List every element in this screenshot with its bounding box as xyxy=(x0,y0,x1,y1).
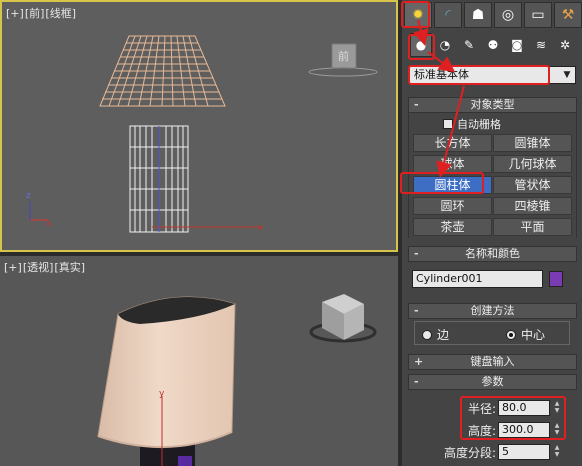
expand-icon: + xyxy=(414,355,424,368)
radio-label: 边 xyxy=(437,328,450,342)
world-axis-label-z: z xyxy=(26,191,31,201)
collapse-icon: - xyxy=(414,304,419,317)
cameras-icon: ⚉ xyxy=(487,38,499,52)
rollout-name-color[interactable]: - 名称和颜色 xyxy=(408,246,577,262)
shapes-tab[interactable]: ◔ xyxy=(434,33,456,57)
torus-button[interactable]: 圆环 xyxy=(413,197,492,215)
geosphere-button[interactable]: 几何球体 xyxy=(493,155,572,173)
annotation-highlight-parameters xyxy=(460,396,566,440)
lights-icon: ✎ xyxy=(463,38,475,52)
cameras-tab[interactable]: ⚉ xyxy=(482,33,504,57)
modify-tab[interactable]: ◜ xyxy=(434,2,462,28)
annotation-highlight-cylinder xyxy=(400,172,484,194)
modify-icon: ◜ xyxy=(445,7,451,23)
checkbox-box xyxy=(443,119,453,129)
helpers-tab[interactable]: ◙ xyxy=(506,33,528,57)
cone-button[interactable]: 圆锥体 xyxy=(493,134,572,152)
cylinder-highlight xyxy=(178,456,192,466)
lights-tab[interactable]: ✎ xyxy=(458,33,480,57)
radio-dot xyxy=(506,329,516,340)
pyramid-button[interactable]: 四棱锥 xyxy=(493,197,572,215)
axis-label-x: x xyxy=(258,223,264,233)
rollout-creation-method[interactable]: - 创建方法 xyxy=(408,303,577,319)
helpers-icon: ◙ xyxy=(511,38,523,52)
front-viewport[interactable]: [+][前][线框] x z x 前 xyxy=(0,0,398,252)
rollout-keyboard-entry[interactable]: + 键盘输入 xyxy=(408,354,577,370)
axis-label-y: y xyxy=(159,389,165,399)
box-button[interactable]: 长方体 xyxy=(413,134,492,152)
lampshade-shaded[interactable] xyxy=(97,296,236,448)
svg-text:前: 前 xyxy=(338,49,349,63)
tube-button[interactable]: 管状体 xyxy=(493,176,572,194)
rollout-title: 对象类型 xyxy=(470,98,515,111)
motion-icon: ◎ xyxy=(501,7,515,23)
perspective-scene: y xyxy=(97,294,377,466)
motion-tab[interactable]: ◎ xyxy=(494,2,522,28)
object-color-swatch[interactable] xyxy=(549,271,563,287)
spinner-arrows-icon[interactable]: ▲ ▼ xyxy=(552,444,562,460)
systems-icon: ✲ xyxy=(559,38,571,52)
rollout-object-type[interactable]: - 对象类型 xyxy=(408,97,577,113)
height-segments-spinner[interactable]: 5 ▲ ▼ xyxy=(498,444,564,460)
annotation-highlight-create-tab xyxy=(401,1,430,28)
radio-label: 中心 xyxy=(521,328,546,342)
shapes-icon: ◔ xyxy=(439,38,451,52)
lampshade-wireframe[interactable] xyxy=(99,35,226,107)
height-segments-input[interactable]: 5 xyxy=(498,444,550,460)
autogrid-label: 自动栅格 xyxy=(457,118,501,131)
rollout-title: 创建方法 xyxy=(470,304,515,317)
collapse-icon: - xyxy=(414,247,419,260)
viewcube[interactable]: 前 xyxy=(308,43,378,77)
collapse-icon: - xyxy=(414,375,419,388)
spacewarps-icon: ≋ xyxy=(535,38,547,52)
display-icon: ▭ xyxy=(531,7,545,23)
utilities-icon: ⚒ xyxy=(561,7,575,23)
autogrid-checkbox[interactable]: 自动栅格 xyxy=(443,116,501,132)
radio-edge[interactable]: 边 xyxy=(422,326,449,343)
rollout-title: 键盘输入 xyxy=(470,355,515,368)
perspective-viewport[interactable]: [+][透视][真实] y xyxy=(0,256,398,466)
world-axis-label-x: x xyxy=(46,219,52,229)
plane-button[interactable]: 平面 xyxy=(493,218,572,236)
hierarchy-tab[interactable]: ☗ xyxy=(464,2,492,28)
front-wireframe-scene: x z x 前 xyxy=(26,35,378,233)
viewcube[interactable] xyxy=(309,294,377,343)
display-tab[interactable]: ▭ xyxy=(524,2,552,28)
utilities-tab[interactable]: ⚒ xyxy=(554,2,582,28)
rollout-title: 名称和颜色 xyxy=(465,247,520,260)
spacewarps-tab[interactable]: ≋ xyxy=(530,33,552,57)
height-segments-label: 高度分段: xyxy=(443,446,496,460)
annotation-highlight-dropdown xyxy=(408,65,550,85)
object-name-input[interactable]: Cylinder001 xyxy=(412,270,543,288)
radio-center[interactable]: 中心 xyxy=(506,326,545,343)
teapot-button[interactable]: 茶壶 xyxy=(413,218,492,236)
systems-tab[interactable]: ✲ xyxy=(554,33,576,57)
rollout-title: 参数 xyxy=(481,375,504,388)
hierarchy-icon: ☗ xyxy=(471,7,485,23)
sphere-button[interactable]: 球体 xyxy=(413,155,492,173)
annotation-highlight-geometry-tab xyxy=(408,34,435,60)
chevron-down-icon: ▼ xyxy=(563,70,571,80)
radio-dot xyxy=(422,329,432,340)
rollout-parameters[interactable]: - 参数 xyxy=(408,374,577,390)
collapse-icon: - xyxy=(414,98,419,111)
